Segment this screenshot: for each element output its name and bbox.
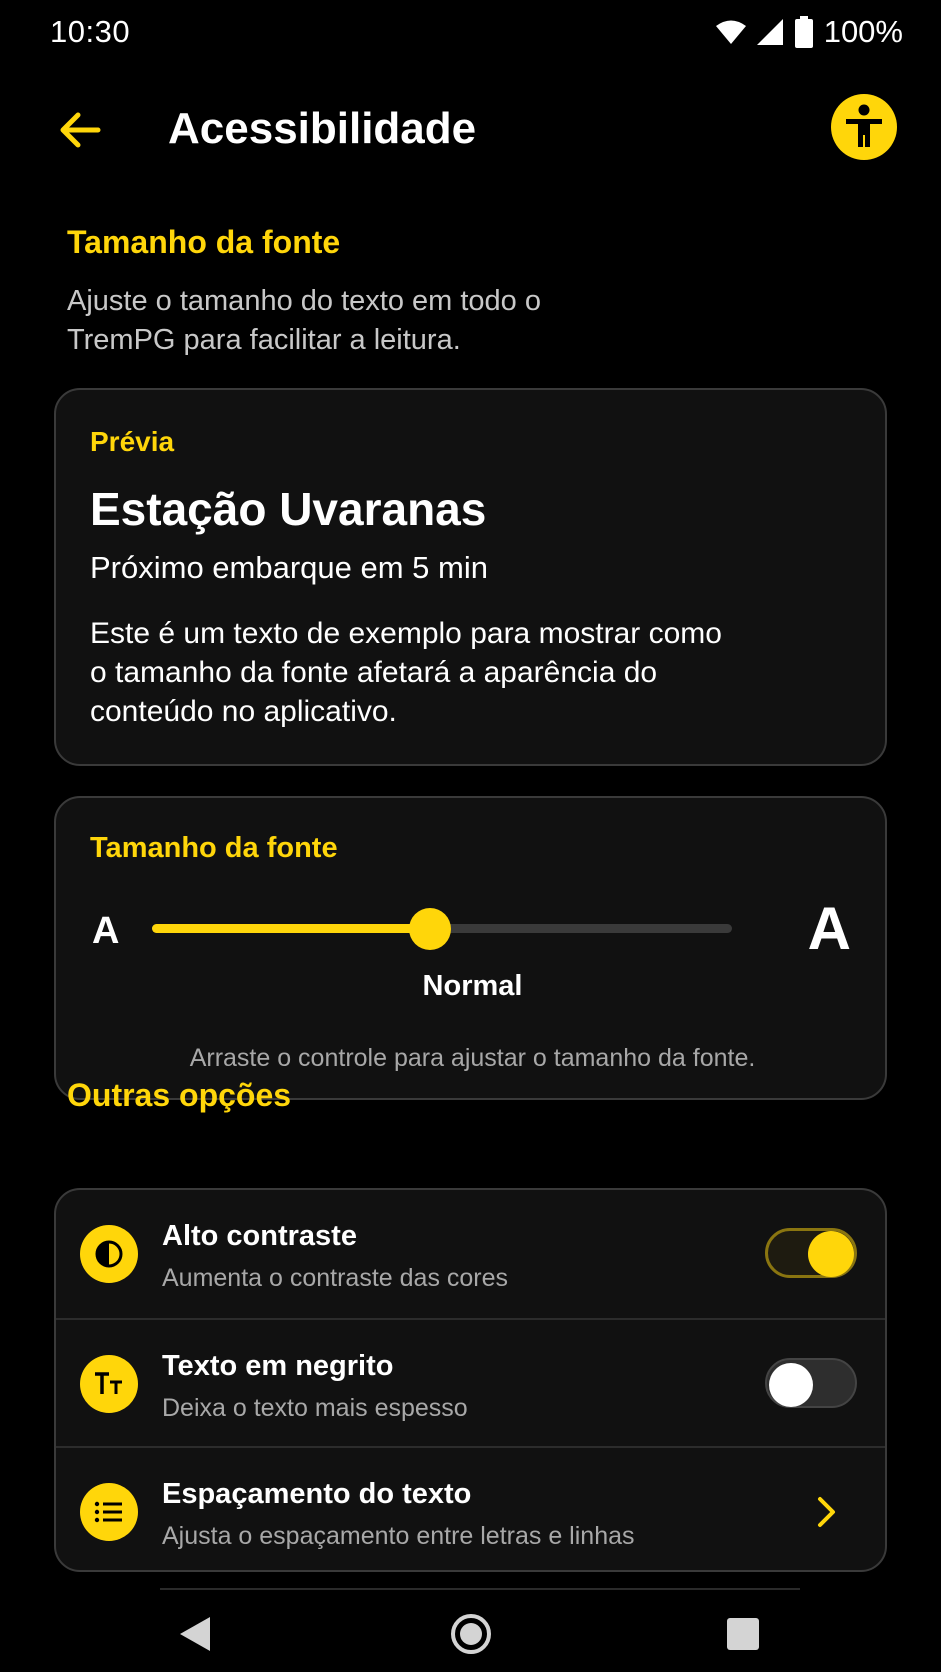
font-size-card-title: Tamanho da fonte [90, 832, 338, 864]
list-icon [80, 1483, 138, 1541]
option-description: Ajusta o espaçamento entre letras e linh… [162, 1522, 635, 1550]
status-icons: 100% [715, 14, 903, 50]
chevron-right-icon[interactable] [811, 1492, 841, 1532]
slider-fill [152, 924, 431, 933]
accessibility-button[interactable] [831, 94, 897, 160]
small-font-label: A [92, 910, 120, 952]
font-size-hint: Arraste o controle para ajustar o tamanh… [189, 1044, 756, 1072]
triangle-back-icon [180, 1617, 210, 1651]
home-circle-icon [451, 1614, 491, 1654]
large-font-label: A [807, 895, 851, 962]
slider-thumb[interactable] [409, 908, 452, 950]
accessibility-icon [846, 104, 882, 147]
battery-icon [794, 16, 813, 48]
nav-home-button[interactable] [446, 1609, 496, 1659]
option-title: Texto em negrito [162, 1350, 394, 1382]
section-title-other-options: Outras opções [67, 1077, 292, 1113]
font-size-slider[interactable] [152, 904, 732, 952]
divider [160, 1588, 800, 1590]
option-bold-text[interactable]: Texto em negrito Deixa o texto mais espe… [56, 1318, 885, 1446]
section-title-font-size: Tamanho da fonte [67, 224, 341, 260]
option-text-spacing[interactable]: Espaçamento do texto Ajusta o espaçament… [56, 1446, 885, 1570]
high-contrast-toggle[interactable] [765, 1228, 857, 1278]
arrow-left-icon [60, 112, 101, 148]
toggle-knob [769, 1363, 813, 1407]
bold-text-toggle[interactable] [765, 1358, 857, 1408]
option-high-contrast[interactable]: Alto contraste Aumenta o contraste das c… [56, 1190, 885, 1318]
preview-card: Prévia Estação Uvaranas Próximo embarque… [54, 388, 887, 766]
text-size-icon [80, 1355, 138, 1413]
cellular-signal-icon [756, 19, 783, 45]
app-bar: Acessibilidade [0, 80, 941, 180]
wifi-icon [715, 20, 746, 44]
option-description: Aumenta o contraste das cores [162, 1264, 509, 1292]
nav-recents-button[interactable] [718, 1609, 768, 1659]
options-card: Alto contraste Aumenta o contraste das c… [54, 1188, 887, 1572]
preview-heading: Estação Uvaranas [90, 483, 487, 535]
battery-percentage: 100% [823, 14, 903, 49]
square-recents-icon [727, 1618, 759, 1650]
slider-value-label: Normal [422, 970, 523, 1002]
status-time: 10:30 [50, 14, 131, 49]
toggle-knob [808, 1231, 854, 1277]
option-title: Espaçamento do texto [162, 1478, 472, 1510]
status-bar: 10:30 100% [0, 0, 941, 66]
option-title: Alto contraste [162, 1220, 357, 1252]
page-title: Acessibilidade [168, 104, 477, 153]
option-description: Deixa o texto mais espesso [162, 1394, 468, 1422]
preview-label: Prévia [90, 426, 175, 457]
section-description: Ajuste o tamanho do texto em todo o Trem… [67, 285, 541, 356]
preview-body: Este é um texto de exemplo para mostrar … [90, 617, 722, 728]
font-size-card: Tamanho da fonte A A Normal Arraste o co… [54, 796, 887, 1100]
preview-subheading: Próximo embarque em 5 min [90, 550, 488, 585]
back-button[interactable] [50, 102, 110, 158]
contrast-icon [80, 1225, 138, 1283]
system-nav-bar [0, 1595, 941, 1672]
nav-back-button[interactable] [170, 1609, 220, 1659]
